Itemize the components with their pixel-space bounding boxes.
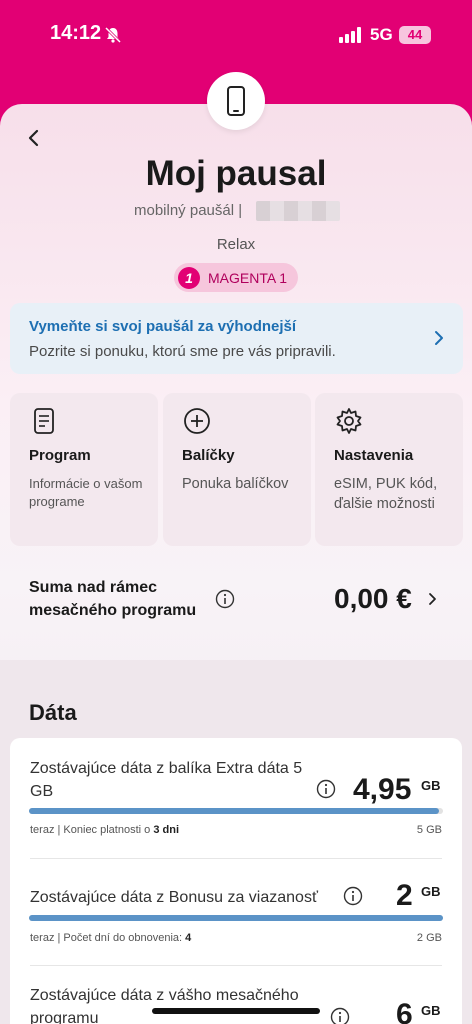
data-progress-bar xyxy=(29,915,443,921)
data-row-value: 4,95 xyxy=(353,773,412,806)
data-row-meta-value: 3 dni xyxy=(153,824,179,836)
data-row-unit: GB xyxy=(421,1003,441,1018)
phone-icon xyxy=(227,86,245,116)
divider xyxy=(30,858,442,859)
data-row-meta: teraz | Počet dní do obnovenia: 4 xyxy=(30,932,191,944)
home-indicator xyxy=(152,1008,320,1014)
data-row-unit: GB xyxy=(421,884,441,899)
card-program[interactable]: Program Informácie o vašom programe xyxy=(10,393,158,546)
data-row-value: 6 xyxy=(396,998,413,1024)
card-settings-title: Nastavenia xyxy=(334,447,414,464)
data-row-meta-text: teraz | Počet dní do obnovenia: xyxy=(30,932,183,944)
signal-icon xyxy=(339,27,361,43)
status-time: 14:12 xyxy=(50,22,102,44)
info-icon[interactable] xyxy=(316,779,336,799)
card-packages[interactable]: Balíčky Ponuka balíčkov xyxy=(163,393,311,546)
magenta-badge: 1 MAGENTA 1 xyxy=(174,263,298,292)
phone-number-redacted xyxy=(256,201,340,221)
card-program-title: Program xyxy=(29,447,91,464)
back-chevron-icon[interactable] xyxy=(24,128,44,148)
data-progress-bar xyxy=(29,808,443,814)
info-icon[interactable] xyxy=(215,589,235,609)
data-row-total: 2 GB xyxy=(416,932,442,944)
phone-icon-badge xyxy=(207,72,265,130)
overage-amount[interactable]: 0,00 € xyxy=(334,583,412,615)
data-heading: Dáta xyxy=(29,700,77,725)
promo-title: Vymeňte si svoj paušál za výhodnejší xyxy=(29,318,297,335)
card-settings[interactable]: Nastavenia eSIM, PUK kód, ďalšie možnost… xyxy=(315,393,463,546)
data-row-label: Zostávajúce dáta z Bonusu za viazanosť xyxy=(30,889,318,906)
network-type: 5G xyxy=(370,25,393,44)
plus-circle-icon xyxy=(184,408,210,434)
card-packages-title: Balíčky xyxy=(182,447,235,464)
divider xyxy=(30,965,442,966)
battery-level: 44 xyxy=(399,26,431,44)
promo-banner[interactable]: Vymeňte si svoj paušál za výhodnejší Poz… xyxy=(10,303,463,374)
info-icon[interactable] xyxy=(343,886,363,906)
magenta-badge-number: 1 xyxy=(178,266,200,289)
chevron-right-icon xyxy=(435,331,443,345)
bell-muted-icon xyxy=(104,26,122,44)
data-row-label: Zostávajúce dáta z vášho mesačného progr… xyxy=(30,987,299,1024)
data-row-unit: GB xyxy=(421,778,441,793)
promo-subtitle: Pozrite si ponuku, ktorú sme pre vás pri… xyxy=(29,343,336,360)
data-row-meta-value: 4 xyxy=(185,932,192,944)
data-row-meta-text: teraz | Koniec platnosti o xyxy=(30,824,151,836)
data-progress-fill xyxy=(29,915,443,921)
data-row-label: Zostávajúce dáta z balíka Extra dáta 5 G… xyxy=(30,760,303,800)
magenta-badge-label: MAGENTA 1 xyxy=(208,269,288,286)
page-title: Moj pausal xyxy=(145,154,327,193)
overage-label: Suma nad rámec mesačného programu xyxy=(29,579,197,619)
chevron-right-icon[interactable] xyxy=(428,592,438,606)
gear-icon xyxy=(336,408,362,434)
document-icon xyxy=(34,408,54,434)
plan-type: mobilný paušál | xyxy=(134,202,243,219)
status-bar: 14:12 5G 44 xyxy=(0,0,472,72)
info-icon[interactable] xyxy=(330,1007,350,1024)
card-settings-desc: eSIM, PUK kód, ďalšie možnosti xyxy=(334,476,438,512)
card-program-desc: Informácie o vašom programe xyxy=(29,476,143,509)
plan-name: Relax xyxy=(216,236,256,253)
data-row-total: 5 GB xyxy=(416,824,442,836)
data-row-value: 2 xyxy=(396,879,413,912)
data-progress-fill xyxy=(29,808,439,814)
data-row-meta: teraz | Koniec platnosti o 3 dni xyxy=(30,824,179,836)
card-packages-desc: Ponuka balíčkov xyxy=(182,476,289,492)
